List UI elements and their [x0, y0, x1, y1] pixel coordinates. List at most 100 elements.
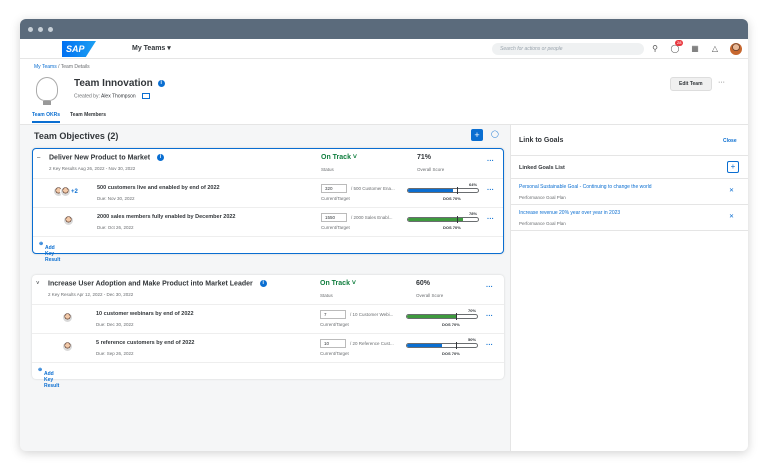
- current-value-input[interactable]: 320: [321, 184, 347, 193]
- more-owners-count[interactable]: +2: [71, 189, 78, 195]
- breadcrumb-my-teams[interactable]: My Teams: [34, 64, 57, 70]
- current-target-label: Current/Target: [320, 351, 349, 356]
- linked-goal-item: Personal Sustainable Goal - Continuing t…: [511, 179, 748, 205]
- status-dropdown[interactable]: On Track ˅: [321, 154, 357, 161]
- avatar: [60, 186, 71, 197]
- objective-name-text[interactable]: Deliver New Product to Market: [49, 154, 150, 161]
- current-target-label: Current/Target: [321, 196, 350, 201]
- progress-percent: 78%: [469, 211, 478, 216]
- search-icon[interactable]: ⚲: [650, 44, 660, 54]
- progress-fill: [407, 315, 456, 318]
- edit-team-button[interactable]: Edit Team: [670, 77, 712, 91]
- key-result-more-icon[interactable]: ···: [487, 187, 494, 194]
- remove-goal-icon[interactable]: ✕: [729, 213, 734, 220]
- breadcrumb-current: Team Details: [60, 64, 90, 70]
- linked-goals-title: Linked Goals List: [519, 165, 565, 171]
- key-result-name[interactable]: 500 customers live and enabled by end of…: [97, 185, 220, 191]
- window-close-dot[interactable]: [28, 26, 33, 32]
- progress-percent: 64%: [469, 182, 478, 187]
- team-name: Team Innovation: [74, 78, 153, 89]
- window-maximize-dot[interactable]: [48, 26, 53, 32]
- key-result-row[interactable]: 10 customer webinars by end of 2022 Due:…: [32, 305, 504, 334]
- progress-bar: [407, 217, 479, 222]
- target-value: / 10 Customer Webi...: [350, 312, 394, 317]
- overall-score: 71%: [417, 154, 432, 161]
- collapse-chevron-icon[interactable]: –: [37, 155, 40, 161]
- key-result-row[interactable]: 5 reference customers by end of 2022 Due…: [32, 334, 504, 363]
- goal-plan: Performance Goal Plan: [519, 195, 566, 200]
- objective-card[interactable]: – Deliver New Product to Market i 2 Key …: [32, 148, 504, 263]
- key-result-due: Due: Nov 30, 2022: [97, 196, 135, 201]
- key-result-row[interactable]: +2 500 customers live and enabled by end…: [33, 179, 503, 208]
- avatar: [62, 341, 73, 352]
- search-input[interactable]: Search for actions or people: [492, 43, 644, 55]
- dos-label: DOS 70%: [443, 225, 461, 230]
- progress-fill: [408, 189, 453, 192]
- objective-header: ˅ Increase User Adoption and Make Produc…: [32, 275, 504, 305]
- info-icon[interactable]: i: [157, 79, 165, 87]
- user-avatar[interactable]: [730, 43, 742, 55]
- current-value-input[interactable]: 1550: [321, 213, 347, 222]
- objective-name[interactable]: Deliver New Product to Market i: [49, 154, 165, 161]
- current-target-label: Current/Target: [320, 322, 349, 327]
- progress-percent: 50%: [468, 337, 477, 342]
- objective-more-icon[interactable]: ···: [486, 284, 493, 291]
- dos-label: DOS 70%: [442, 322, 460, 327]
- current-value-input[interactable]: 7: [320, 310, 346, 319]
- objective-name[interactable]: Increase User Adoption and Make Product …: [48, 280, 267, 287]
- lightbulb-button-icon[interactable]: ◯: [491, 130, 499, 138]
- goal-link[interactable]: Increase revenue 20% year over year in 2…: [519, 210, 620, 216]
- current-value-input[interactable]: 10: [320, 339, 346, 348]
- bell-icon[interactable]: △: [710, 44, 720, 54]
- link-to-goals-panel: Link to Goals Close Linked Goals List + …: [510, 125, 748, 451]
- objective-header: – Deliver New Product to Market i 2 Key …: [33, 149, 503, 179]
- sap-logo[interactable]: SAP: [62, 41, 96, 57]
- key-result-row[interactable]: 2000 sales members fully enabled by Dece…: [33, 208, 503, 237]
- tab-team-okrs[interactable]: Team OKRs: [32, 112, 60, 123]
- add-objective-button[interactable]: +: [471, 129, 483, 141]
- linked-goals-header: Linked Goals List +: [511, 155, 748, 179]
- key-result-due: Due: Dec 30, 2022: [96, 322, 134, 327]
- expand-chevron-icon[interactable]: ˅: [36, 281, 40, 287]
- dos-marker: [457, 216, 459, 223]
- notifications-icon[interactable]: ◯ 28: [670, 40, 684, 54]
- key-result-more-icon[interactable]: ···: [486, 313, 493, 320]
- objective-more-icon[interactable]: ···: [487, 158, 494, 165]
- close-panel-button[interactable]: Close: [723, 138, 737, 144]
- created-by: Created by: Alex Thompson: [74, 93, 151, 100]
- add-key-result-label[interactable]: Add Key Result: [45, 245, 60, 263]
- grid-icon[interactable]: ▦: [690, 44, 700, 54]
- add-key-result-link[interactable]: ⊕ Add Key Result: [39, 241, 60, 263]
- add-key-result-row: ⊕ Add Key Result: [32, 363, 504, 389]
- status-dropdown[interactable]: On Track ˅: [320, 280, 356, 287]
- status-label: Status: [320, 293, 333, 298]
- info-icon[interactable]: i: [259, 280, 267, 287]
- created-by-label: Created by:: [74, 93, 100, 100]
- breadcrumb: My Teams / Team Details: [34, 64, 90, 70]
- dos-marker: [456, 342, 458, 349]
- email-icon[interactable]: [142, 93, 151, 99]
- goal-link[interactable]: Personal Sustainable Goal - Continuing t…: [519, 184, 652, 190]
- add-goal-button[interactable]: +: [727, 161, 739, 173]
- tab-team-members[interactable]: Team Members: [70, 112, 106, 123]
- objective-card[interactable]: ˅ Increase User Adoption and Make Produc…: [32, 275, 504, 389]
- key-result-name[interactable]: 5 reference customers by end of 2022: [96, 340, 194, 346]
- key-result-more-icon[interactable]: ···: [487, 216, 494, 223]
- window-minimize-dot[interactable]: [38, 26, 43, 32]
- header-more-icon[interactable]: ···: [718, 79, 725, 86]
- dos-marker: [457, 187, 459, 194]
- objective-name-text[interactable]: Increase User Adoption and Make Product …: [48, 280, 253, 287]
- key-result-name[interactable]: 10 customer webinars by end of 2022: [96, 311, 194, 317]
- remove-goal-icon[interactable]: ✕: [729, 187, 734, 194]
- add-key-result-label[interactable]: Add Key Result: [44, 371, 59, 389]
- tab-bar: Team OKRs Team Members: [32, 112, 106, 123]
- app-menu[interactable]: My Teams ▾: [132, 44, 171, 52]
- key-result-more-icon[interactable]: ···: [486, 342, 493, 349]
- add-key-result-link[interactable]: ⊕ Add Key Result: [38, 367, 59, 389]
- current-target-label: Current/Target: [321, 225, 350, 230]
- dos-marker: [456, 313, 458, 320]
- key-result-name[interactable]: 2000 sales members fully enabled by Dece…: [97, 214, 236, 220]
- creator-name[interactable]: Alex Thompson: [101, 93, 136, 99]
- app-window: SAP My Teams ▾ Search for actions or peo…: [20, 19, 748, 451]
- info-icon[interactable]: i: [157, 154, 165, 161]
